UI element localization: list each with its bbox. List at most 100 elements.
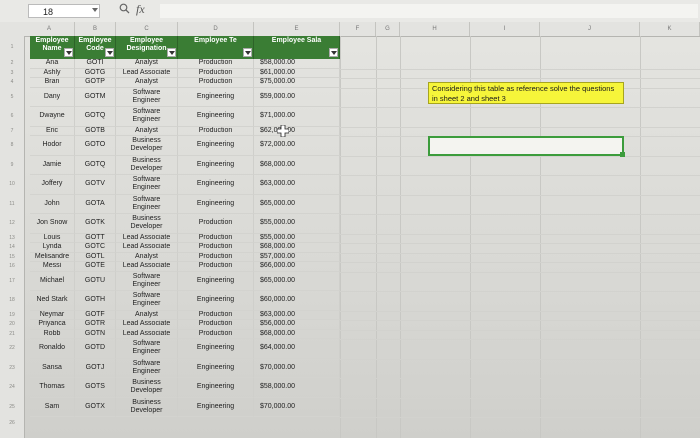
- row-header[interactable]: 5: [0, 88, 24, 108]
- table-cell-team[interactable]: Engineering: [178, 175, 254, 195]
- table-cell-team[interactable]: Engineering: [178, 155, 254, 175]
- table-cell-designation[interactable]: Lead Associate: [116, 329, 178, 339]
- table-cell-code[interactable]: GOTQ: [75, 107, 116, 127]
- table-cell-code[interactable]: GOTU: [75, 271, 116, 291]
- table-cell-name[interactable]: Joffery: [30, 175, 75, 195]
- table-cell-name[interactable]: Michael: [30, 271, 75, 291]
- name-box[interactable]: 18: [28, 4, 100, 18]
- table-cell-team[interactable]: Production: [178, 59, 254, 69]
- row-header[interactable]: 8: [0, 136, 24, 156]
- table-cell-salary[interactable]: $70,000.00: [254, 397, 340, 417]
- column-header-e[interactable]: E: [254, 22, 340, 36]
- table-cell-team[interactable]: Production: [178, 68, 254, 78]
- table-cell-salary[interactable]: $64,000.00: [254, 339, 340, 359]
- table-cell-salary[interactable]: $55,000.00: [254, 233, 340, 243]
- row-header[interactable]: 7: [0, 127, 24, 137]
- row-header[interactable]: 19: [0, 311, 24, 321]
- column-header-b[interactable]: B: [75, 22, 116, 36]
- row-header[interactable]: 10: [0, 175, 24, 195]
- table-cell-code[interactable]: GOTH: [75, 291, 116, 311]
- table-cell-team[interactable]: Engineering: [178, 378, 254, 398]
- table-cell-name[interactable]: Robb: [30, 329, 75, 339]
- row-header[interactable]: 3: [0, 69, 24, 79]
- table-cell-code[interactable]: GOTX: [75, 397, 116, 417]
- table-cell-salary[interactable]: $55,000.00: [254, 214, 340, 234]
- row-header[interactable]: 24: [0, 378, 24, 398]
- row-header[interactable]: 22: [0, 339, 24, 359]
- column-header-c[interactable]: C: [116, 22, 178, 36]
- table-cell-salary[interactable]: $63,000.00: [254, 310, 340, 320]
- table-cell-name[interactable]: John: [30, 194, 75, 214]
- table-cell-code[interactable]: GOTD: [75, 339, 116, 359]
- table-cell-team[interactable]: Engineering: [178, 291, 254, 311]
- column-header-h[interactable]: H: [400, 22, 470, 36]
- table-cell-name[interactable]: Melisandre: [30, 252, 75, 262]
- table-cell-designation[interactable]: Lead Associate: [116, 243, 178, 253]
- table-cell-name[interactable]: Neymar: [30, 310, 75, 320]
- table-cell-team[interactable]: Production: [178, 78, 254, 88]
- table-cell-designation[interactable]: Business Developer: [116, 214, 178, 234]
- table-cell-team[interactable]: Production: [178, 262, 254, 272]
- table-cell-salary[interactable]: $68,000.00: [254, 329, 340, 339]
- fill-handle[interactable]: [620, 152, 625, 157]
- table-cell-name[interactable]: Dwayne: [30, 107, 75, 127]
- table-cell-name[interactable]: Dany: [30, 87, 75, 107]
- row-header[interactable]: 4: [0, 78, 24, 88]
- table-cell-designation[interactable]: Software Engineer: [116, 87, 178, 107]
- table-cell-name[interactable]: Ronaldo: [30, 339, 75, 359]
- column-header-k[interactable]: K: [640, 22, 700, 36]
- table-cell-code[interactable]: GOTN: [75, 329, 116, 339]
- table-cell-salary[interactable]: $59,000.00: [254, 87, 340, 107]
- table-cell-team[interactable]: Engineering: [178, 107, 254, 127]
- table-cell-salary[interactable]: $58,000.00: [254, 59, 340, 69]
- filter-dropdown-icon[interactable]: [105, 48, 114, 57]
- row-header[interactable]: 6: [0, 107, 24, 127]
- table-cell-salary[interactable]: $58,000.00: [254, 378, 340, 398]
- row-header[interactable]: 17: [0, 272, 24, 292]
- table-cell-name[interactable]: Ana: [30, 59, 75, 69]
- table-cell-designation[interactable]: Analyst: [116, 252, 178, 262]
- row-header[interactable]: 18: [0, 291, 24, 311]
- table-cell-code[interactable]: GOTJ: [75, 358, 116, 378]
- table-cell-name[interactable]: Sam: [30, 397, 75, 417]
- table-cell-name[interactable]: Louis: [30, 233, 75, 243]
- filter-dropdown-icon[interactable]: [243, 48, 252, 57]
- table-cell-team[interactable]: Production: [178, 320, 254, 330]
- table-cell-team[interactable]: Production: [178, 252, 254, 262]
- table-cell-salary[interactable]: $71,000.00: [254, 107, 340, 127]
- table-cell-designation[interactable]: Software Engineer: [116, 194, 178, 214]
- row-header[interactable]: 20: [0, 320, 24, 330]
- table-cell-code[interactable]: GOTC: [75, 243, 116, 253]
- table-cell-team[interactable]: Engineering: [178, 194, 254, 214]
- table-cell-salary[interactable]: $57,000.00: [254, 252, 340, 262]
- column-header-j[interactable]: J: [540, 22, 640, 36]
- table-cell-salary[interactable]: $65,000.00: [254, 194, 340, 214]
- table-cell-designation[interactable]: Analyst: [116, 126, 178, 136]
- table-cell-code[interactable]: GOTL: [75, 252, 116, 262]
- table-cell-team[interactable]: Production: [178, 233, 254, 243]
- selected-cell[interactable]: [428, 136, 624, 156]
- table-cell-team[interactable]: Production: [178, 214, 254, 234]
- table-cell-designation[interactable]: Lead Associate: [116, 233, 178, 243]
- table-cell-salary[interactable]: $75,000.00: [254, 78, 340, 88]
- table-cell-team[interactable]: Engineering: [178, 358, 254, 378]
- table-cell-designation[interactable]: Analyst: [116, 310, 178, 320]
- table-cell-salary[interactable]: $62,000.00: [254, 126, 340, 136]
- table-cell-salary[interactable]: $68,000.00: [254, 155, 340, 175]
- table-cell-designation[interactable]: Business Developer: [116, 155, 178, 175]
- table-cell-code[interactable]: GOTQ: [75, 155, 116, 175]
- table-cell-team[interactable]: Engineering: [178, 397, 254, 417]
- table-cell-designation[interactable]: Business Developer: [116, 397, 178, 417]
- table-cell-code[interactable]: GOTP: [75, 78, 116, 88]
- table-cell-salary[interactable]: $70,000.00: [254, 358, 340, 378]
- table-cell-designation[interactable]: Software Engineer: [116, 271, 178, 291]
- search-icon[interactable]: [119, 3, 130, 17]
- table-cell-team[interactable]: Production: [178, 310, 254, 320]
- table-cell-designation[interactable]: Software Engineer: [116, 291, 178, 311]
- table-cell-code[interactable]: GOTF: [75, 310, 116, 320]
- table-cell-designation[interactable]: Software Engineer: [116, 175, 178, 195]
- table-cell-name[interactable]: Jon Snow: [30, 214, 75, 234]
- row-header[interactable]: 16: [0, 262, 24, 272]
- table-cell-name[interactable]: Eric: [30, 126, 75, 136]
- table-cell-code[interactable]: GOTV: [75, 175, 116, 195]
